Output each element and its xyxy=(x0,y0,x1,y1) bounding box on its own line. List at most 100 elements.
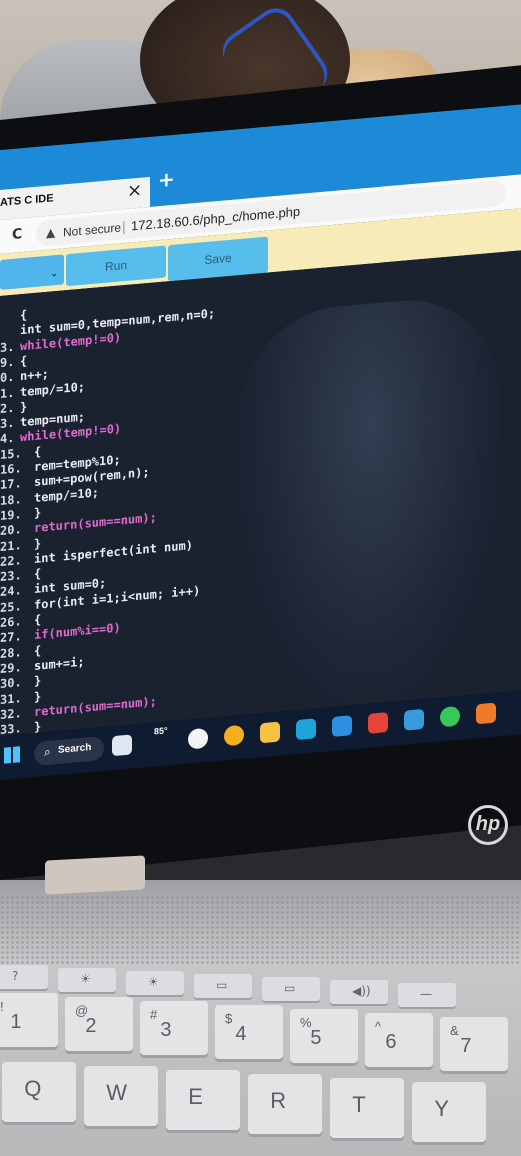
reload-icon[interactable]: C xyxy=(12,226,22,243)
code-text: int isperfect(int num) xyxy=(34,537,193,566)
key-label: 1 xyxy=(10,1011,22,1033)
language-select[interactable]: ⌄ xyxy=(0,254,64,290)
key-4[interactable]: $4 xyxy=(215,1005,283,1059)
function-key[interactable]: ▭ xyxy=(262,977,320,1001)
code-text: { xyxy=(20,353,28,369)
line-number: 1. xyxy=(0,385,15,401)
weather-temperature[interactable]: 85° xyxy=(154,725,168,736)
function-key-label: ▭ xyxy=(284,981,296,995)
key-shift-symbol: ^ xyxy=(375,1019,382,1034)
line-number: 0. xyxy=(0,369,15,386)
key-label: 7 xyxy=(460,1035,472,1057)
line-number: 15. xyxy=(0,445,22,462)
code-text: } xyxy=(34,688,42,704)
notification-app-icon[interactable] xyxy=(476,702,496,725)
chat-icon[interactable] xyxy=(188,727,208,750)
chrome-icon[interactable] xyxy=(224,724,244,747)
key-label: W xyxy=(106,1080,127,1105)
key-q[interactable]: Q xyxy=(2,1062,76,1122)
laptop-hinge xyxy=(45,855,145,895)
key-label: 4 xyxy=(235,1023,247,1045)
key-5[interactable]: % 5 xyxy=(290,1009,358,1063)
whatsapp-icon[interactable] xyxy=(440,705,460,728)
code-text: if(num%i==0) xyxy=(34,620,121,643)
function-key-label: — xyxy=(420,987,432,1001)
key-label: R xyxy=(270,1088,287,1113)
line-number: 16. xyxy=(0,461,22,477)
line-number: 31. xyxy=(0,690,22,707)
key-2[interactable]: @2 xyxy=(65,997,133,1051)
file-explorer-icon[interactable] xyxy=(260,721,280,744)
app-icon[interactable] xyxy=(404,708,424,731)
line-number: 17. xyxy=(0,476,22,493)
line-number xyxy=(0,319,18,321)
line-number: 25. xyxy=(0,598,22,615)
code-text: } xyxy=(34,535,42,551)
code-text: { xyxy=(34,612,42,628)
key-1[interactable]: ! 1 xyxy=(0,993,58,1047)
code-text: { xyxy=(20,307,28,323)
line-number: 4. xyxy=(0,431,15,447)
line-number: 9. xyxy=(0,354,15,370)
code-text: n++; xyxy=(20,366,49,384)
key-label: 6 xyxy=(385,1031,397,1053)
function-key[interactable]: ▭ xyxy=(194,974,252,998)
key-t[interactable]: T xyxy=(330,1078,404,1138)
key-7[interactable]: & 7 xyxy=(440,1017,508,1071)
function-key[interactable]: — xyxy=(398,983,456,1007)
key-y[interactable]: Y xyxy=(412,1082,486,1142)
task-view-icon[interactable] xyxy=(112,734,132,757)
key-label: 3 xyxy=(160,1019,172,1041)
key-label: T xyxy=(352,1092,366,1117)
url-separator: | xyxy=(122,218,126,235)
key-shift-symbol: ! xyxy=(0,999,4,1014)
line-number: 32. xyxy=(0,705,22,722)
key-label: 5 xyxy=(310,1027,322,1049)
function-key[interactable]: ☀ xyxy=(126,971,184,995)
key-e[interactable]: E xyxy=(166,1070,240,1130)
line-number: 22. xyxy=(0,552,22,569)
key-shift-symbol: # xyxy=(150,1007,158,1022)
edge-icon[interactable] xyxy=(296,718,316,741)
line-number: 18. xyxy=(0,491,22,508)
windows-start-icon[interactable] xyxy=(4,746,20,764)
code-text: return(sum==num); xyxy=(34,694,157,719)
key-3[interactable]: #3 xyxy=(140,1001,208,1055)
speaker-grille xyxy=(0,895,521,965)
key-shift-symbol: & xyxy=(450,1023,459,1038)
function-key[interactable]: ? xyxy=(0,965,48,989)
line-number xyxy=(0,335,18,337)
code-text: } xyxy=(20,399,28,415)
key-label: 2 xyxy=(85,1015,97,1037)
key-6[interactable]: ^ 6 xyxy=(365,1013,433,1067)
function-key[interactable]: ◀)) xyxy=(330,980,388,1004)
line-number: 23. xyxy=(0,568,22,585)
code-text: } xyxy=(34,673,42,689)
new-tab-icon[interactable]: + xyxy=(158,167,175,192)
code-text: return(sum==num); xyxy=(34,510,157,536)
line-number: 24. xyxy=(0,583,22,600)
line-number: 26. xyxy=(0,614,22,630)
key-w[interactable]: W xyxy=(84,1066,158,1126)
close-tab-icon[interactable]: × xyxy=(127,180,142,202)
key-label: E xyxy=(188,1084,203,1109)
function-key-label: ? xyxy=(12,969,19,983)
line-number: 19. xyxy=(0,506,22,523)
code-text: sum+=i; xyxy=(34,654,85,673)
key-label: Y xyxy=(434,1096,449,1121)
key-r[interactable]: R xyxy=(248,1074,322,1134)
search-icon: ⌕ xyxy=(44,744,51,760)
run-button[interactable]: Run xyxy=(66,245,166,287)
line-number: 27. xyxy=(0,629,22,646)
code-text: { xyxy=(34,642,42,658)
line-number: 28. xyxy=(0,644,22,661)
chevron-down-icon: ⌄ xyxy=(50,267,59,280)
code-text: } xyxy=(34,505,42,520)
line-number: 30. xyxy=(0,675,22,692)
warning-icon[interactable]: ▲ xyxy=(46,225,55,240)
code-editor[interactable]: {int sum=0,temp=num,rem,n=0; 3. while(temp… xyxy=(0,250,521,737)
function-key[interactable]: ☀ xyxy=(58,968,116,992)
store-icon[interactable] xyxy=(332,715,352,737)
chrome-profile-icon[interactable] xyxy=(368,712,388,734)
key-label: Q xyxy=(24,1076,42,1101)
